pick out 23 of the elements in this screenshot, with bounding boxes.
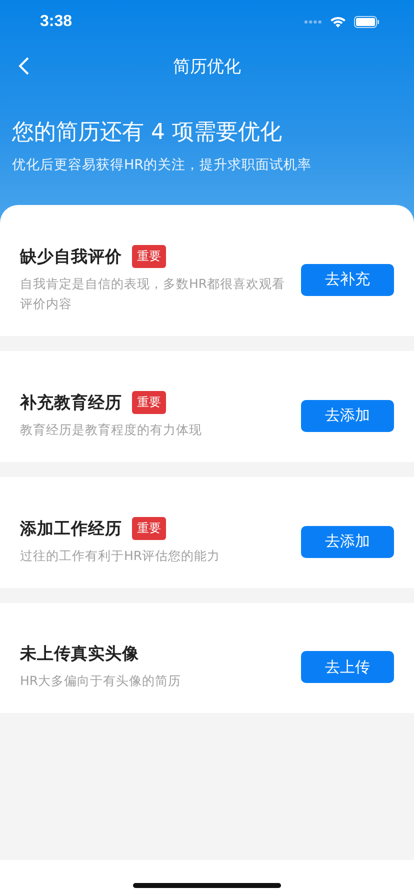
hero-headline: 您的简历还有 4 项需要优化 — [12, 119, 283, 147]
action-button[interactable]: 去添加 — [301, 526, 394, 558]
action-button[interactable]: 去添加 — [301, 400, 394, 432]
importance-badge: 重要 — [132, 391, 166, 414]
importance-badge: 重要 — [132, 245, 166, 268]
suggestion-title: 补充教育经历 — [20, 392, 122, 414]
action-button[interactable]: 去上传 — [301, 651, 394, 683]
suggestion-title: 缺少自我评价 — [20, 246, 122, 268]
importance-badge: 重要 — [132, 517, 166, 540]
suggestion-description: 自我肯定是自信的表现，多数HR都很喜欢观看评价内容 — [20, 275, 286, 313]
wifi-icon — [330, 16, 346, 28]
battery-icon — [354, 16, 380, 28]
suggestion-description: HR大多偏向于有头像的简历 — [20, 672, 182, 690]
suggestion-title: 添加工作经历 — [20, 518, 122, 540]
page-title: 简历优化 — [173, 56, 241, 78]
back-icon — [18, 56, 30, 76]
signal-icon — [304, 20, 322, 24]
status-time: 3:38 — [40, 13, 72, 31]
suggestion-title: 未上传真实头像 — [20, 643, 139, 665]
suggestion-description: 过往的工作有利于HR评估您的能力 — [20, 547, 222, 565]
suggestion-description: 教育经历是教育程度的有力体现 — [20, 421, 203, 439]
hero-subtitle: 优化后更容易获得HR的关注，提升求职面试机率 — [12, 156, 313, 174]
action-button[interactable]: 去补充 — [301, 264, 394, 296]
